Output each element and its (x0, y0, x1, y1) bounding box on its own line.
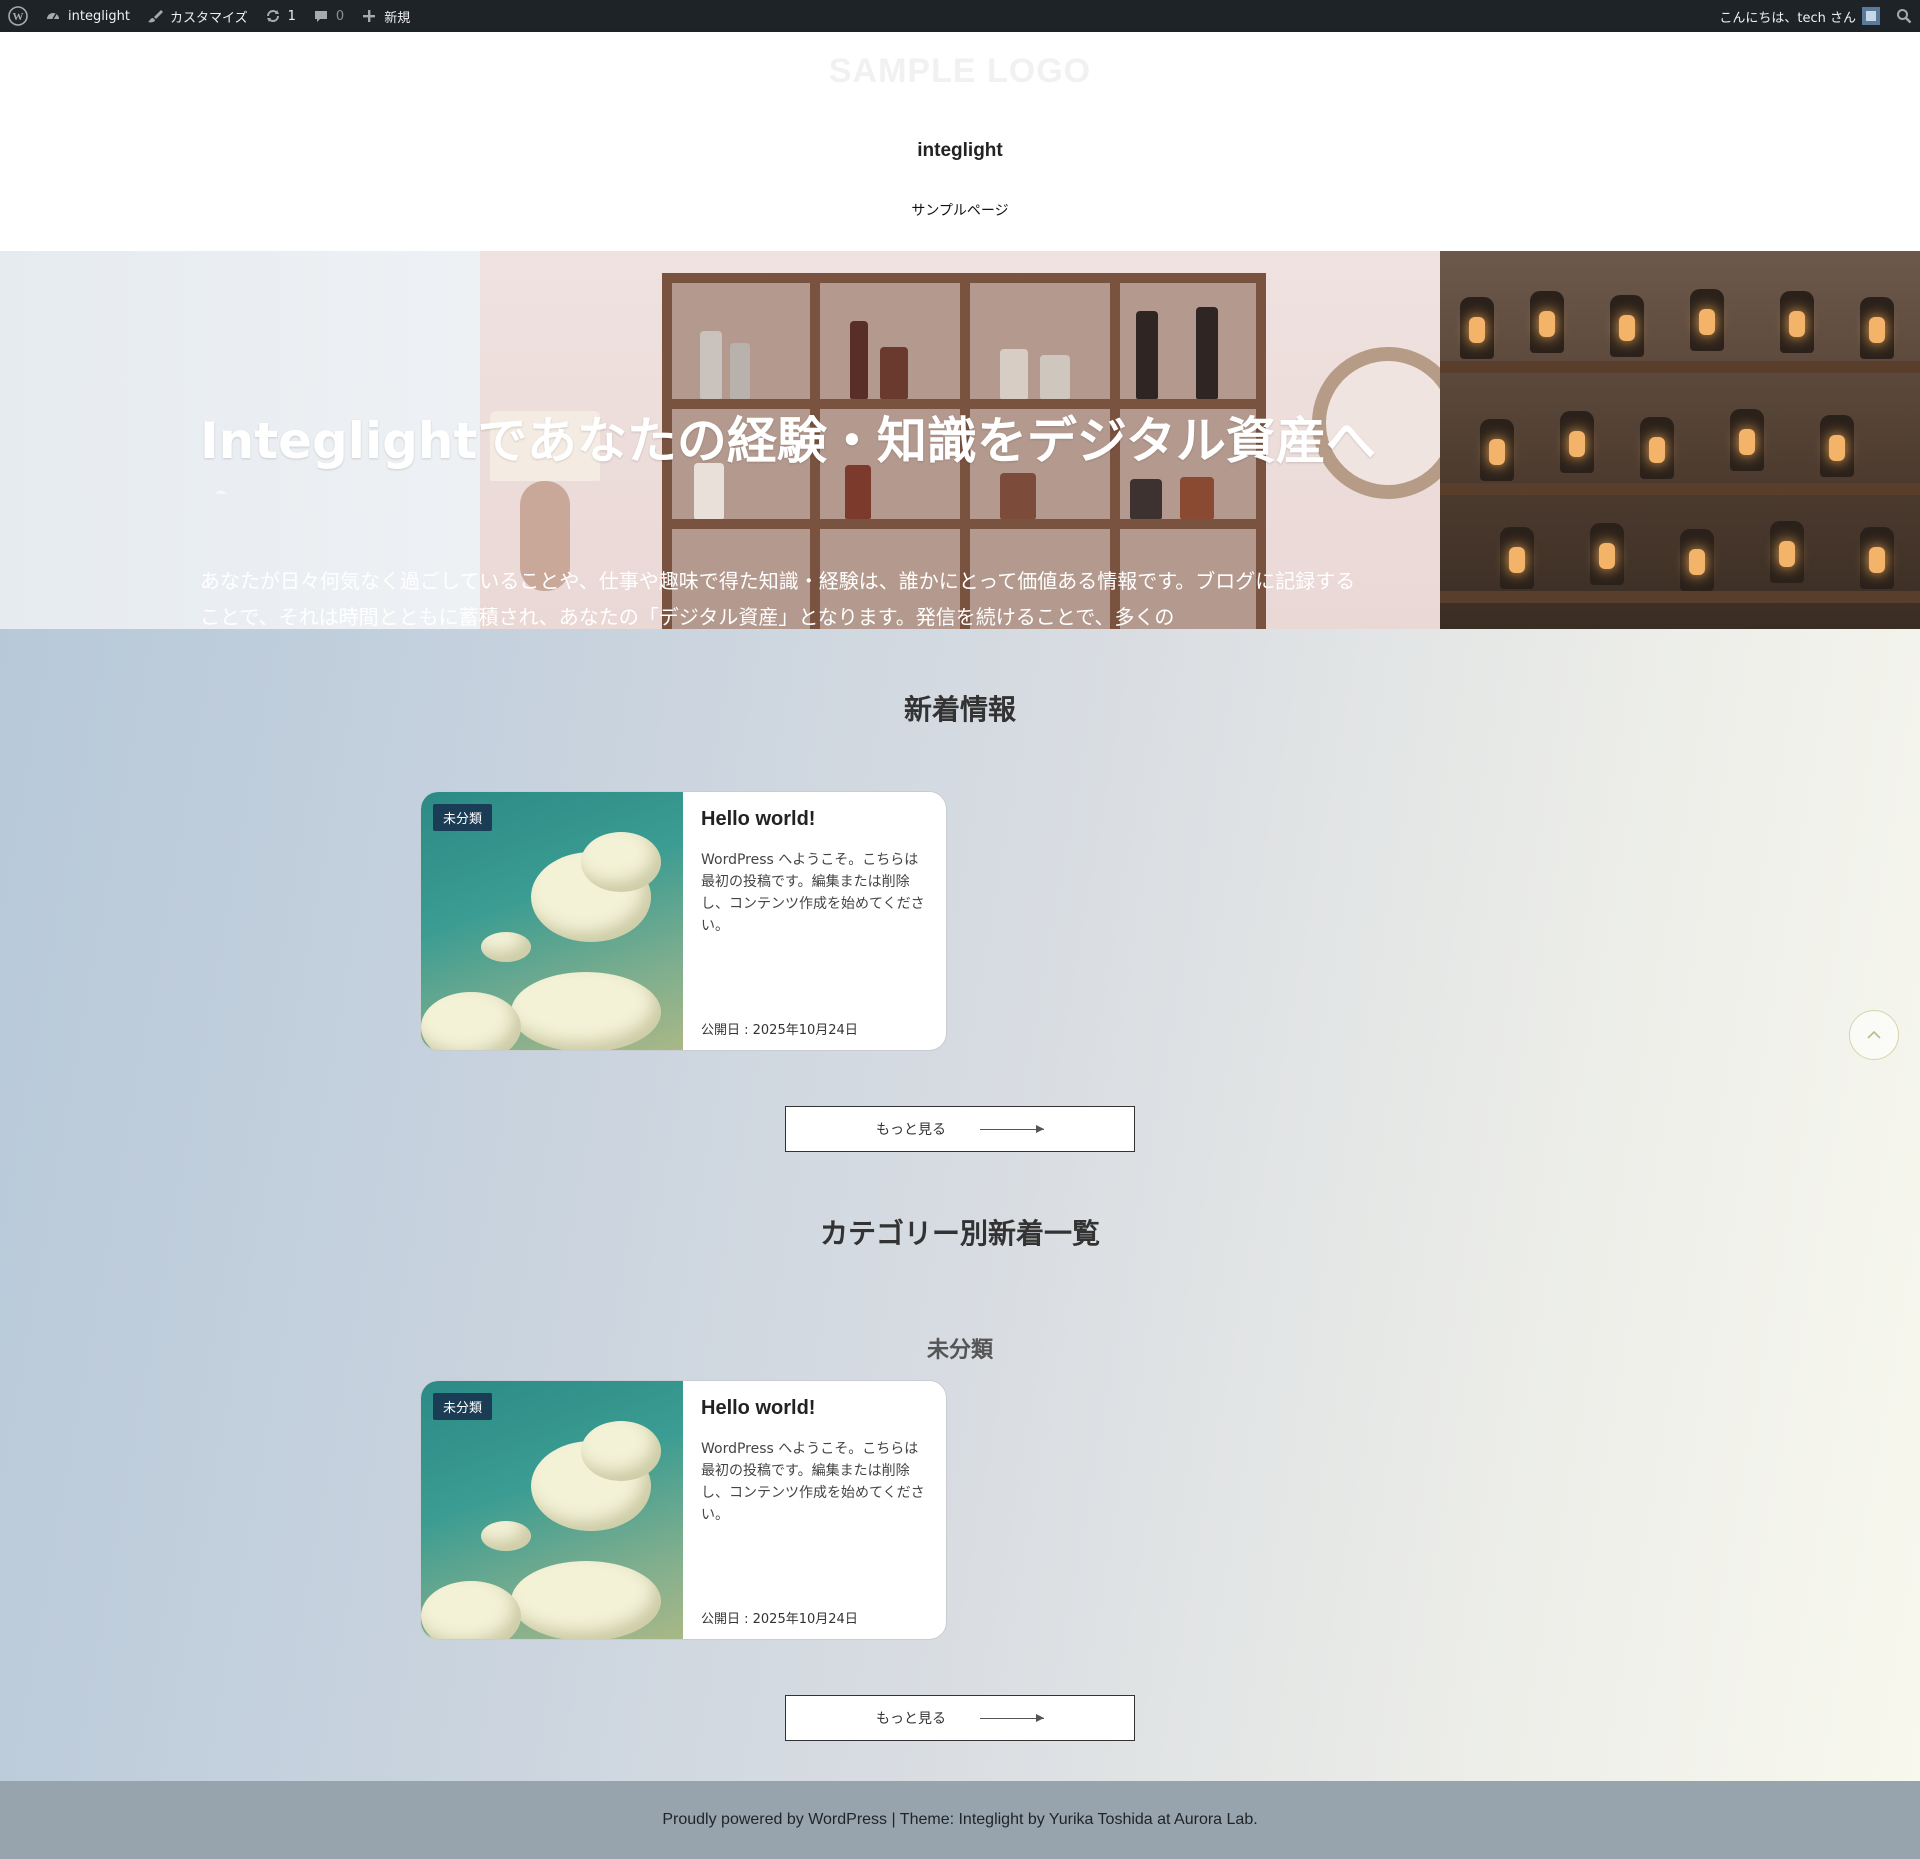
lantern-shape (1820, 415, 1854, 477)
post-card-body: Hello world! WordPress へようこそ。こちらは最初の投稿です… (701, 1397, 931, 1526)
admin-bar-account[interactable]: こんにちは、tech さん (1711, 0, 1888, 32)
dashboard-icon (44, 7, 62, 25)
lantern-shape (1500, 527, 1534, 589)
bottle-shape (1196, 307, 1218, 399)
admin-bar-site-name: integlight (68, 8, 131, 24)
more-button-label: もっと見る (876, 1122, 946, 1138)
shelf-board (1440, 361, 1920, 373)
lantern-shape (1770, 521, 1804, 583)
admin-bar-new-label: 新規 (384, 10, 411, 26)
chevron-up-icon (1867, 1030, 1881, 1039)
arrow-right-icon (980, 1713, 1044, 1723)
lantern-shape (1860, 297, 1894, 359)
admin-bar-site-link[interactable]: integlight (36, 0, 138, 32)
lantern-shape (1860, 527, 1894, 589)
post-card[interactable]: 未分類 Hello world! WordPress へようこそ。こちらは最初の… (420, 1380, 947, 1640)
hero-slider: Integlightであなたの経験・知識をデジタル資産へ へ あなたが日々何気な… (0, 251, 1920, 629)
lantern-shape (1780, 291, 1814, 353)
admin-bar: W integlight カスタマイズ 1 0 新規 こんにちは、tech さん (0, 0, 1920, 32)
comment-icon (312, 7, 330, 25)
admin-bar-comments[interactable]: 0 (304, 0, 352, 32)
post-title[interactable]: Hello world! (701, 808, 931, 831)
post-excerpt: WordPress へようこそ。こちらは最初の投稿です。編集または削除し、コンテ… (701, 1441, 925, 1523)
cloud-shape (511, 1561, 661, 1639)
cloud-shape (421, 992, 521, 1050)
brush-icon (146, 7, 164, 25)
site-header: SAMPLE LOGO integlight サンプルページ (0, 32, 1920, 251)
category-badge[interactable]: 未分類 (433, 804, 493, 831)
bottle-shape (1136, 311, 1158, 399)
arrow-right-icon (980, 1124, 1044, 1134)
jar-shape (1000, 349, 1028, 399)
site-title[interactable]: integlight (0, 140, 1920, 162)
updates-icon (264, 7, 282, 25)
shelf-board (662, 399, 1266, 409)
cloud-shape (481, 1521, 531, 1551)
post-card-body: Hello world! WordPress へようこそ。こちらは最初の投稿です… (701, 808, 931, 937)
hero-title: Integlightであなたの経験・知識をデジタル資産へ (200, 412, 1376, 470)
footer-credit: Proudly powered by WordPress | Theme: In… (662, 1811, 1258, 1828)
admin-bar-customize-label: カスタマイズ (170, 10, 248, 26)
lantern-shape (1680, 529, 1714, 591)
admin-bar-comments-count: 0 (335, 8, 345, 24)
bottle-shape (850, 321, 868, 399)
lantern-shape (1460, 297, 1494, 359)
cloud-shape (581, 1421, 661, 1481)
admin-bar-updates-count: 1 (287, 8, 296, 24)
post-excerpt: WordPress へようこそ。こちらは最初の投稿です。編集または削除し、コンテ… (701, 852, 925, 934)
lantern-shape (1610, 295, 1644, 357)
search-icon[interactable] (1888, 0, 1920, 32)
admin-bar-new[interactable]: 新規 (352, 0, 418, 32)
site-logo[interactable]: SAMPLE LOGO (0, 52, 1920, 91)
avatar (1862, 7, 1880, 25)
jar-shape (730, 343, 750, 399)
category-badge[interactable]: 未分類 (433, 1393, 493, 1420)
more-button[interactable]: もっと見る (785, 1106, 1135, 1152)
post-date: 公開日 : 2025年10月24日 (701, 1612, 858, 1627)
shelf-board (1440, 591, 1920, 603)
more-button-label: もっと見る (876, 1711, 946, 1727)
post-title[interactable]: Hello world! (701, 1397, 931, 1420)
category-section-title: カテゴリー別新着一覧 (819, 1217, 1100, 1250)
cloud-shape (511, 972, 661, 1050)
more-button[interactable]: もっと見る (785, 1695, 1135, 1741)
lantern-shape (1590, 523, 1624, 585)
site-footer: Proudly powered by WordPress | Theme: In… (0, 1781, 1920, 1859)
cloud-shape (581, 832, 661, 892)
wordpress-logo-icon[interactable]: W (0, 0, 36, 32)
svg-text:W: W (13, 11, 24, 23)
shelf-board (1440, 483, 1920, 495)
lantern-shape (1480, 419, 1514, 481)
lantern-shape (1690, 289, 1724, 351)
jar-shape (1040, 355, 1070, 399)
shelf-board (662, 519, 1266, 529)
lantern-shape (1730, 409, 1764, 471)
lantern-shape (1640, 417, 1674, 479)
bottle-shape (880, 347, 908, 399)
post-date: 公開日 : 2025年10月24日 (701, 1023, 858, 1038)
cloud-shape (421, 1581, 521, 1639)
admin-bar-customize[interactable]: カスタマイズ (138, 0, 256, 32)
admin-bar-greeting: こんにちは、tech さん (1719, 10, 1856, 26)
cloud-shape (481, 932, 531, 962)
lantern-shape (1560, 411, 1594, 473)
lantern-shape (1530, 291, 1564, 353)
nav-item-sample-page[interactable]: サンプルページ (911, 203, 1008, 219)
post-card[interactable]: 未分類 Hello world! WordPress へようこそ。こちらは最初の… (420, 791, 947, 1051)
category-name: 未分類 (926, 1338, 993, 1363)
main-nav: サンプルページ (0, 200, 1920, 220)
hero-lead: あなたが日々何気なく過ごしていることや、仕事や趣味で得た知識・経験は、誰かにとっ… (200, 569, 1356, 627)
jar-shape (700, 331, 722, 399)
admin-bar-updates[interactable]: 1 (256, 0, 304, 32)
hero-image-right (1440, 251, 1920, 629)
scroll-to-top-button[interactable] (1849, 1010, 1899, 1060)
plus-icon (360, 7, 378, 25)
latest-section-title: 新着情報 (903, 693, 1016, 726)
